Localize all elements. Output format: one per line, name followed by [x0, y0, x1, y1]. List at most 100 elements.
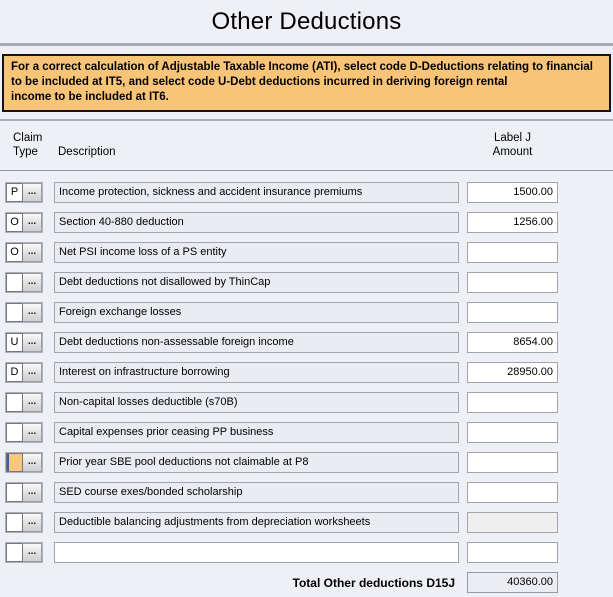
claim-type-input[interactable]: O — [6, 243, 23, 262]
total-row: Total Other deductions D15J 40360.00 — [5, 572, 558, 593]
table-row: ... Debt deductions not disallowed by Th… — [5, 272, 558, 293]
claim-type-lookup-button[interactable]: ... — [23, 423, 42, 442]
header-amount: Label J Amount — [467, 131, 558, 159]
separator-below-notice — [0, 119, 613, 121]
table-row: ... Capital expenses prior ceasing PP bu… — [5, 422, 558, 443]
header-underline — [0, 170, 613, 171]
header-claim-line1: Claim — [13, 131, 54, 145]
claim-type-widget: ... — [5, 512, 43, 533]
description-field: Prior year SBE pool deductions not claim… — [54, 452, 459, 473]
table-row: O ... Net PSI income loss of a PS entity — [5, 242, 558, 263]
claim-type-widget: O ... — [5, 212, 43, 233]
amount-field[interactable]: 8654.00 — [467, 332, 558, 353]
description-field: Non-capital losses deductible (s70B) — [54, 392, 459, 413]
claim-type-lookup-button[interactable]: ... — [23, 453, 42, 472]
claim-type-lookup-button[interactable]: ... — [23, 213, 42, 232]
ellipsis-icon: ... — [28, 546, 36, 557]
total-label: Total Other deductions D15J — [5, 576, 467, 590]
description-field: Net PSI income loss of a PS entity — [54, 242, 459, 263]
ellipsis-icon: ... — [28, 246, 36, 257]
description-field: Foreign exchange losses — [54, 302, 459, 323]
claim-type-input[interactable] — [6, 303, 23, 322]
claim-type-input[interactable] — [6, 513, 23, 532]
table-row: D ... Interest on infrastructure borrowi… — [5, 362, 558, 383]
claim-type-lookup-button[interactable]: ... — [23, 513, 42, 532]
claim-type-input[interactable]: U — [6, 333, 23, 352]
claim-type-widget: U ... — [5, 332, 43, 353]
ellipsis-icon: ... — [28, 216, 36, 227]
claim-type-input[interactable]: D — [6, 363, 23, 382]
claim-type-widget: ... — [5, 392, 43, 413]
ellipsis-icon: ... — [28, 186, 36, 197]
amount-field[interactable] — [467, 272, 558, 293]
ellipsis-icon: ... — [28, 486, 36, 497]
amount-field[interactable]: 1500.00 — [467, 182, 558, 203]
total-amount-field: 40360.00 — [467, 572, 558, 593]
amount-field[interactable] — [467, 422, 558, 443]
amount-field[interactable] — [467, 242, 558, 263]
claim-type-input[interactable] — [6, 423, 23, 442]
claim-type-input[interactable] — [6, 543, 23, 562]
claim-type-input[interactable] — [6, 393, 23, 412]
claim-type-widget: ... — [5, 422, 43, 443]
ellipsis-icon: ... — [28, 306, 36, 317]
notice-line-3: income to be included at IT6. — [11, 90, 602, 105]
claim-type-input[interactable] — [6, 273, 23, 292]
claim-type-widget: ... — [5, 302, 43, 323]
ellipsis-icon: ... — [28, 516, 36, 527]
claim-type-lookup-button[interactable]: ... — [23, 483, 42, 502]
header-claim-line2: Type — [13, 145, 54, 159]
ellipsis-icon: ... — [28, 426, 36, 437]
ellipsis-icon: ... — [28, 366, 36, 377]
page-title: Other Deductions — [0, 0, 613, 43]
claim-type-lookup-button[interactable]: ... — [23, 333, 42, 352]
amount-field[interactable] — [467, 482, 558, 503]
table-row: ... Prior year SBE pool deductions not c… — [5, 452, 558, 473]
claim-type-lookup-button[interactable]: ... — [23, 273, 42, 292]
description-field: Section 40-880 deduction — [54, 212, 459, 233]
table-row: ... SED course exes/bonded scholarship — [5, 482, 558, 503]
amount-field[interactable] — [467, 452, 558, 473]
table-row: ... Foreign exchange losses — [5, 302, 558, 323]
amount-field[interactable] — [467, 302, 558, 323]
description-field[interactable] — [54, 542, 459, 563]
claim-type-lookup-button[interactable]: ... — [23, 363, 42, 382]
claim-type-widget: ... — [5, 452, 43, 473]
description-field: Income protection, sickness and accident… — [54, 182, 459, 203]
description-field: Capital expenses prior ceasing PP busine… — [54, 422, 459, 443]
table-row: U ... Debt deductions non-assessable for… — [5, 332, 558, 353]
claim-type-widget: ... — [5, 272, 43, 293]
table-row: ... — [5, 542, 558, 563]
claim-type-lookup-button[interactable]: ... — [23, 183, 42, 202]
table-row: ... Non-capital losses deductible (s70B) — [5, 392, 558, 413]
description-field: Debt deductions not disallowed by ThinCa… — [54, 272, 459, 293]
amount-field[interactable] — [467, 542, 558, 563]
claim-type-widget: ... — [5, 482, 43, 503]
claim-type-input[interactable]: O — [6, 213, 23, 232]
claim-type-lookup-button[interactable]: ... — [23, 543, 42, 562]
description-field: Interest on infrastructure borrowing — [54, 362, 459, 383]
amount-field[interactable]: 1256.00 — [467, 212, 558, 233]
table-row: ... Deductible balancing adjustments fro… — [5, 512, 558, 533]
claim-type-lookup-button[interactable]: ... — [23, 243, 42, 262]
ellipsis-icon: ... — [28, 456, 36, 467]
notice-line-2: to be included at IT5, and select code U… — [11, 75, 602, 90]
claim-type-input[interactable]: P — [6, 183, 23, 202]
rows-container: P ... Income protection, sickness and ac… — [0, 182, 613, 563]
claim-type-widget: ... — [5, 542, 43, 563]
claim-type-lookup-button[interactable]: ... — [23, 303, 42, 322]
header-description: Description — [54, 145, 467, 159]
header-amount-line1: Label J — [467, 131, 558, 145]
amount-field[interactable]: 28950.00 — [467, 362, 558, 383]
claim-type-lookup-button[interactable]: ... — [23, 393, 42, 412]
notice-line-1: For a correct calculation of Adjustable … — [11, 60, 602, 75]
claim-type-input[interactable] — [6, 483, 23, 502]
notice-box: For a correct calculation of Adjustable … — [2, 54, 611, 112]
ellipsis-icon: ... — [28, 396, 36, 407]
description-field: Deductible balancing adjustments from de… — [54, 512, 459, 533]
header-amount-line2: Amount — [467, 145, 558, 159]
claim-type-input[interactable] — [6, 453, 23, 472]
description-field: Debt deductions non-assessable foreign i… — [54, 332, 459, 353]
amount-field[interactable] — [467, 392, 558, 413]
table-row: P ... Income protection, sickness and ac… — [5, 182, 558, 203]
